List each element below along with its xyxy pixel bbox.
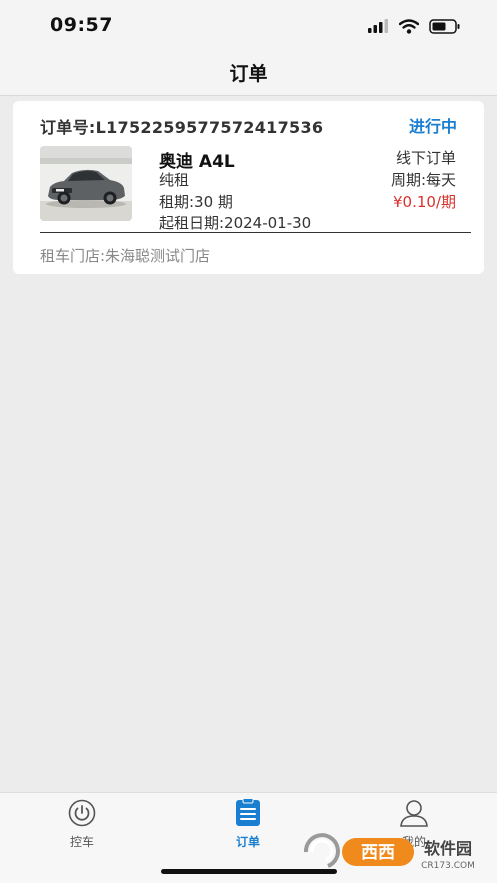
tab-orders[interactable]: 订单: [208, 797, 288, 850]
home-indicator: [161, 869, 337, 874]
order-list-icon: [236, 797, 260, 826]
rent-type: 纯租: [159, 171, 190, 189]
order-number: 订单号:L1752259577572417536: [40, 118, 324, 137]
start-date: 起租日期:2024-01-30: [159, 214, 312, 232]
tab-label: 控车: [69, 835, 94, 849]
watermark-logo: 西西 软件园 CR173.COM: [298, 830, 476, 874]
user-icon: [400, 800, 428, 827]
status-time: 09:57: [50, 14, 113, 36]
rental-store: 租车门店:朱海聪测试门店: [40, 247, 211, 265]
svg-text:CR173.COM: CR173.COM: [421, 861, 475, 871]
order-status-badge: 进行中: [408, 117, 457, 136]
svg-text:西西: 西西: [361, 843, 395, 863]
page-title: 订单: [229, 63, 268, 85]
battery-icon: [429, 18, 460, 34]
order-card[interactable]: 订单号:L1752259577572417536 进行中 奥迪 A4L 纯租 租…: [13, 101, 484, 274]
wifi-icon: [399, 18, 419, 34]
lease-term: 租期:30 期: [159, 193, 233, 211]
power-icon: [68, 799, 96, 827]
billing-cycle: 周期:每天: [390, 171, 456, 189]
status-icons: [367, 16, 461, 36]
svg-text:软件园: 软件园: [424, 839, 472, 858]
car-photo: [40, 146, 132, 221]
order-channel: 线下订单: [395, 149, 456, 167]
tab-label: 订单: [235, 835, 260, 849]
status-bar: 09:57: [0, 0, 497, 50]
divider: [40, 232, 471, 233]
price: ¥0.10/期: [393, 193, 456, 211]
cellular-signal-icon: [368, 19, 388, 33]
tab-control-car[interactable]: 控车: [42, 799, 122, 850]
nav-bar: 订单: [0, 50, 497, 96]
